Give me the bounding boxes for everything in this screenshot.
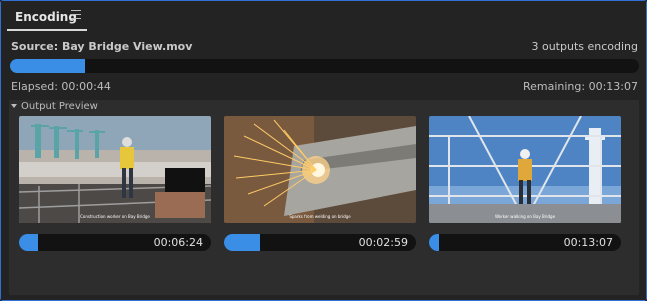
output-preview-label: Output Preview [21, 101, 98, 112]
thumbnail-caption-3: Worker walking on Bay Bridge [495, 214, 556, 219]
source-label: Source: Bay Bridge View.mov [11, 40, 193, 53]
thumbnail-caption-1: Construction worker on Bay Bridge [80, 214, 150, 219]
panel-titlebar: Encoding [1, 1, 646, 31]
output-time-3: 00:13:07 [563, 236, 613, 249]
outputs-count: 3 outputs encoding [531, 40, 638, 53]
output-progress-bar-2: 00:02:59 [224, 234, 416, 251]
output-progress-fill-2 [224, 234, 261, 251]
output-preview-thumbnail-1: Construction worker on Bay Bridge [19, 116, 211, 223]
remaining-time: Remaining: 00:13:07 [522, 80, 638, 93]
encoding-content: Source: Bay Bridge View.mov 3 outputs en… [1, 31, 646, 300]
output-preview-thumbnail-3: Worker walking on Bay Bridge [429, 116, 621, 223]
chevron-down-icon [11, 104, 17, 108]
output-preview-thumbnail-2: Sparks from welding on bridge [224, 116, 416, 223]
output-time-2: 00:02:59 [358, 236, 408, 249]
output-progress-fill-3 [429, 234, 439, 251]
overall-progress-bar [10, 59, 639, 73]
tab-encoding[interactable]: Encoding [15, 10, 77, 24]
output-preview-section: Output Preview Construction worker on Ba… [9, 100, 639, 295]
thumbnail-caption-2: Sparks from welding on bridge [289, 214, 351, 219]
output-progress-fill-1 [19, 234, 39, 251]
encoding-panel: Encoding Source: Bay Bridge View.mov 3 o… [0, 0, 647, 301]
output-time-1: 00:06:24 [153, 236, 203, 249]
elapsed-time: Elapsed: 00:00:44 [11, 80, 111, 93]
output-progress-bar-1: 00:06:24 [19, 234, 211, 251]
hamburger-menu-icon[interactable] [71, 10, 81, 20]
overall-progress-fill [10, 59, 86, 73]
output-preview-toggle[interactable]: Output Preview [11, 101, 98, 112]
output-progress-bar-3: 00:13:07 [429, 234, 621, 251]
